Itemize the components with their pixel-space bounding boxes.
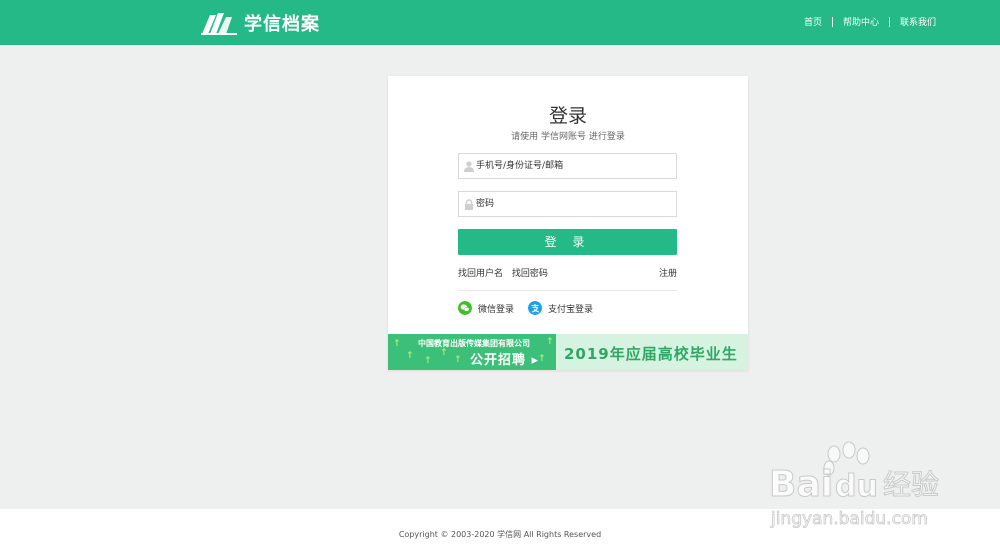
user-icon <box>464 161 474 172</box>
up-arrow-icon: ↑ <box>546 337 554 347</box>
nav-help-link[interactable]: 帮助中心 <box>843 15 879 28</box>
password-input[interactable] <box>476 192 674 216</box>
wechat-icon <box>458 301 472 315</box>
username-field <box>458 153 677 179</box>
find-password-link[interactable]: 找回密码 <box>512 269 548 279</box>
banner-headline: 公开招聘 ▸ <box>470 353 540 368</box>
svg-text:du: du <box>835 469 878 504</box>
login-title: 登录 <box>548 105 587 127</box>
copyright-text: Copyright © 2003-2020 学信网 All Rights Res… <box>398 530 602 539</box>
book-logo-icon <box>201 13 237 35</box>
banner-target: 2019年应届高校毕业生 <box>564 345 738 363</box>
account-links: 找回用户名 找回密码 注册 <box>458 266 677 279</box>
register-link[interactable]: 注册 <box>659 266 677 279</box>
wechat-login-label: 微信登录 <box>478 304 515 315</box>
alipay-login[interactable]: 支付宝登录 <box>528 301 593 315</box>
banner-company: 中国教育出版传媒集团有限公司 <box>418 339 530 348</box>
alipay-login-label: 支付宝登录 <box>548 304 594 315</box>
svg-text:Bai: Bai <box>769 464 833 505</box>
nav-separator <box>888 16 890 27</box>
lock-icon <box>465 199 473 210</box>
up-arrow-icon: ↑ <box>424 356 432 366</box>
nav-contact-link[interactable]: 联系我们 <box>900 15 936 28</box>
svg-text:经验: 经验 <box>883 468 939 501</box>
top-header: 学信档案 首页 帮助中心 联系我们 <box>0 0 1000 45</box>
nav-home-link[interactable]: 首页 <box>804 15 822 28</box>
brand-name: 学信档案 <box>244 14 320 35</box>
login-subtitle: 请使用 学信网账号 进行登录 <box>511 132 625 142</box>
login-button[interactable]: 登 录 <box>458 229 677 255</box>
login-card: 登录 请使用 学信网账号 进行登录 登 录 找回用户名 找回密码 注册 微信登录 <box>388 76 748 370</box>
username-input[interactable] <box>476 154 674 178</box>
up-arrow-icon: ↑ <box>454 355 462 365</box>
wechat-login[interactable]: 微信登录 <box>458 301 514 315</box>
brand-logo[interactable]: 学信档案 <box>200 10 320 36</box>
find-username-link[interactable]: 找回用户名 <box>458 269 503 279</box>
nav-separator <box>831 16 833 27</box>
up-arrow-icon: ↑ <box>538 354 546 364</box>
up-arrow-icon: ↑ <box>393 339 401 349</box>
alipay-icon <box>528 301 542 315</box>
divider <box>458 290 677 291</box>
top-nav: 首页 帮助中心 联系我们 <box>804 15 936 28</box>
up-arrow-icon: ↑ <box>440 348 448 358</box>
password-field <box>458 191 677 217</box>
baidu-jingyan-watermark: Bai du 经验 jingyan.baidu.com <box>769 441 940 529</box>
svg-text:jingyan.baidu.com: jingyan.baidu.com <box>770 509 928 529</box>
recruitment-banner[interactable]: ↑ ↑ ↑ ↑ ↑ ↑ ↑ 中国教育出版传媒集团有限公司 公开招聘 ▸ 2019… <box>388 334 748 370</box>
up-arrow-icon: ↑ <box>406 351 414 361</box>
